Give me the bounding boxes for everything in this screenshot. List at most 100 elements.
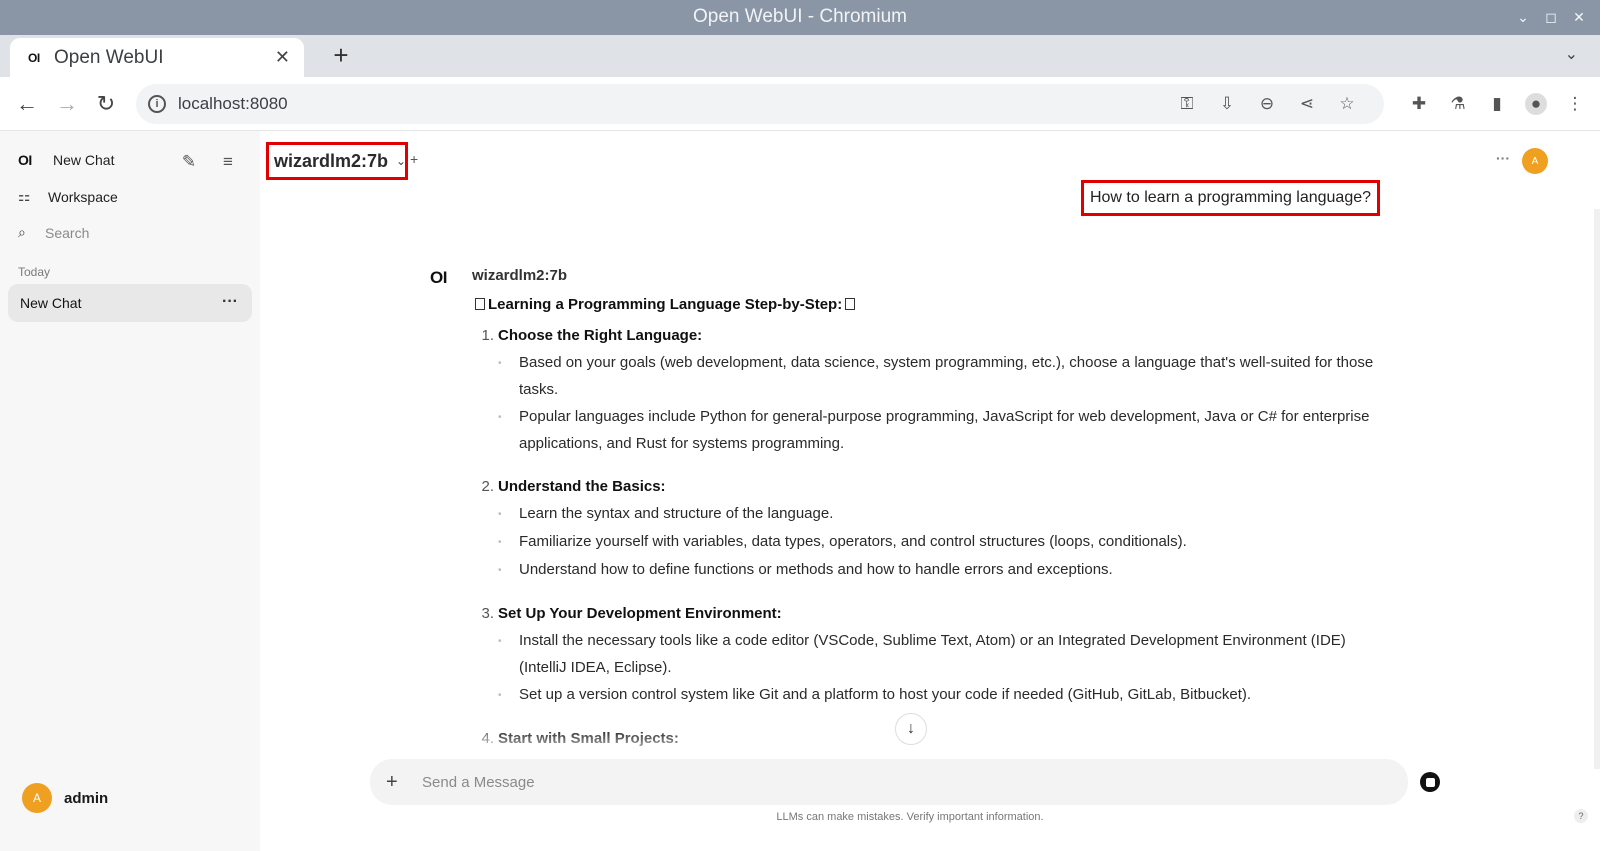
assistant-response: Learning a Programming Language Step-by-… bbox=[472, 291, 1392, 768]
step-bullets: • Learn the syntax and structure of the l… bbox=[498, 500, 1392, 584]
chat-scrollbar[interactable] bbox=[1594, 209, 1600, 769]
step-heading: 2. Understand the Basics: bbox=[472, 473, 1392, 500]
sidebar: OI New Chat ✎ ≡ ⚏ Workspace ⌕ Search Tod… bbox=[0, 131, 260, 851]
user-message-text: How to learn a programming language? bbox=[1089, 189, 1372, 206]
address-bar[interactable]: i localhost:8080 ⚿ ⇩ ⊖ ⋖ ☆ bbox=[136, 84, 1384, 124]
bookmark-star-icon[interactable]: ☆ bbox=[1336, 93, 1358, 115]
tab-title: Open WebUI bbox=[54, 46, 164, 68]
bullet-dot-icon: • bbox=[498, 636, 502, 647]
step-bullets: • Based on your goals (web development, d… bbox=[498, 349, 1392, 457]
key-icon[interactable]: ⚿ bbox=[1176, 93, 1198, 115]
workspace-label: Workspace bbox=[48, 188, 118, 205]
share-icon[interactable]: ⋖ bbox=[1296, 93, 1318, 115]
response-title: Learning a Programming Language Step-by-… bbox=[488, 296, 843, 313]
bullet-dot-icon: • bbox=[498, 565, 502, 576]
chevron-down-icon: ⌄ bbox=[396, 154, 407, 168]
bullet-text: Learn the syntax and structure of the la… bbox=[519, 505, 834, 522]
compose-icon[interactable]: ✎ bbox=[178, 151, 200, 173]
chat-more-icon[interactable]: ··· bbox=[1496, 150, 1510, 166]
step-number: 2. bbox=[481, 478, 494, 495]
window-controls: ⌄ ◻ ✕ bbox=[1516, 0, 1586, 35]
step-bullets: • Install the necessary tools like a code… bbox=[498, 627, 1392, 709]
workspace-grid-icon: ⚏ bbox=[18, 188, 31, 204]
avatar: A bbox=[22, 783, 52, 813]
attach-plus-icon[interactable]: + bbox=[386, 771, 406, 794]
close-window-icon[interactable]: ✕ bbox=[1572, 9, 1586, 25]
zoom-icon[interactable]: ⊖ bbox=[1256, 93, 1278, 115]
response-heading: Learning a Programming Language Step-by-… bbox=[472, 291, 1392, 318]
assistant-avatar-icon: OI bbox=[430, 268, 447, 287]
install-app-icon[interactable]: ⇩ bbox=[1216, 93, 1238, 115]
bullet-dot-icon: • bbox=[498, 690, 502, 701]
bullet-dot-icon: • bbox=[498, 509, 502, 520]
add-model-icon[interactable]: + bbox=[410, 151, 418, 167]
app-logo-icon: OI bbox=[18, 152, 32, 168]
step-number: 1. bbox=[481, 327, 494, 344]
bullet-text: Understand how to define functions or me… bbox=[519, 561, 1113, 578]
minimize-icon[interactable]: ⌄ bbox=[1516, 9, 1530, 25]
menu-kebab-icon[interactable]: ⋮ bbox=[1564, 93, 1586, 115]
bullet-dot-icon: • bbox=[498, 537, 502, 548]
search-icon: ⌕ bbox=[18, 224, 26, 240]
chat-title: New Chat bbox=[20, 295, 82, 311]
chat-list-item[interactable]: New Chat ··· bbox=[8, 284, 252, 322]
list-item: • Learn the syntax and structure of the l… bbox=[498, 500, 1392, 528]
new-chat-label: New Chat bbox=[53, 152, 115, 168]
new-chat-button[interactable]: OI New Chat bbox=[18, 152, 114, 168]
model-name: wizardlm2:7b bbox=[274, 150, 389, 171]
bullet-text: Install the necessary tools like a code … bbox=[519, 632, 1346, 676]
side-panel-icon[interactable]: ▮ bbox=[1486, 93, 1508, 115]
sidebar-menu-icon[interactable]: ≡ bbox=[217, 151, 239, 173]
response-step: 1. Choose the Right Language: • Based on yo… bbox=[472, 322, 1392, 457]
user-menu[interactable]: A admin bbox=[22, 783, 108, 813]
scroll-down-arrow-icon[interactable]: ↓ bbox=[895, 713, 927, 745]
tab-search-chevron-icon[interactable]: ⌄ bbox=[1565, 44, 1578, 64]
help-icon[interactable]: ? bbox=[1574, 809, 1588, 823]
bullet-dot-icon: • bbox=[498, 358, 502, 369]
model-selector[interactable]: wizardlm2:7b ⌄ bbox=[266, 142, 408, 180]
back-icon[interactable]: ← bbox=[14, 91, 40, 117]
bullet-text: Popular languages include Python for gen… bbox=[519, 408, 1370, 452]
tab-close-icon[interactable]: ✕ bbox=[275, 47, 290, 68]
bullet-text: Set up a version control system like Git… bbox=[519, 686, 1252, 703]
bullet-dot-icon: • bbox=[498, 412, 502, 423]
tab-strip: OI Open WebUI ✕ + ⌄ bbox=[0, 35, 1600, 77]
tab-favicon-icon: OI bbox=[28, 50, 40, 65]
step-title: Understand the Basics: bbox=[498, 478, 666, 495]
list-item: • Understand how to define functions or m… bbox=[498, 556, 1392, 584]
browser-tab[interactable]: OI Open WebUI ✕ bbox=[10, 38, 304, 77]
response-step: 3. Set Up Your Development Environment: • I… bbox=[472, 600, 1392, 709]
toolbar-actions: ✚ ⚗ ▮ ● ⋮ bbox=[1408, 93, 1586, 115]
profile-icon[interactable]: ● bbox=[1525, 93, 1547, 115]
search-input[interactable]: Search bbox=[45, 225, 89, 241]
step-heading: 3. Set Up Your Development Environment: bbox=[472, 600, 1392, 627]
disclaimer-text: LLMs can make mistakes. Verify important… bbox=[776, 811, 1044, 823]
message-input[interactable] bbox=[422, 773, 1322, 791]
chat-options-icon[interactable]: ··· bbox=[222, 293, 238, 311]
step-number: 3. bbox=[481, 605, 494, 622]
window-titlebar: Open WebUI - Chromium ⌄ ◻ ✕ bbox=[0, 0, 1600, 35]
chat-main: wizardlm2:7b ⌄ + ··· A How to learn a pr… bbox=[260, 131, 1600, 851]
window-title: Open WebUI - Chromium bbox=[693, 6, 907, 27]
section-today-label: Today bbox=[18, 265, 51, 279]
sidebar-item-workspace[interactable]: ⚏ Workspace bbox=[18, 188, 118, 205]
reload-icon[interactable]: ↻ bbox=[93, 91, 119, 117]
url-text[interactable]: localhost:8080 bbox=[178, 94, 288, 114]
step-heading: 1. Choose the Right Language: bbox=[472, 322, 1392, 349]
list-item: • Based on your goals (web development, d… bbox=[498, 349, 1392, 403]
new-tab-icon[interactable]: + bbox=[326, 40, 356, 71]
list-item: • Familiarize yourself with variables, da… bbox=[498, 528, 1392, 556]
emoji-placeholder-icon bbox=[845, 298, 856, 310]
header-avatar[interactable]: A bbox=[1522, 148, 1548, 174]
site-info-icon[interactable]: i bbox=[148, 95, 166, 113]
bullet-text: Familiarize yourself with variables, dat… bbox=[519, 533, 1187, 550]
bullet-text: Based on your goals (web development, da… bbox=[519, 354, 1374, 398]
forward-icon[interactable]: → bbox=[54, 91, 80, 117]
labs-flask-icon[interactable]: ⚗ bbox=[1447, 93, 1469, 115]
sidebar-search[interactable]: ⌕ Search bbox=[18, 224, 89, 241]
step-title: Choose the Right Language: bbox=[498, 327, 703, 344]
extensions-icon[interactable]: ✚ bbox=[1408, 93, 1430, 115]
maximize-icon[interactable]: ◻ bbox=[1544, 9, 1558, 25]
stop-generation-button[interactable] bbox=[1420, 772, 1440, 792]
user-message: How to learn a programming language? bbox=[1081, 180, 1380, 216]
